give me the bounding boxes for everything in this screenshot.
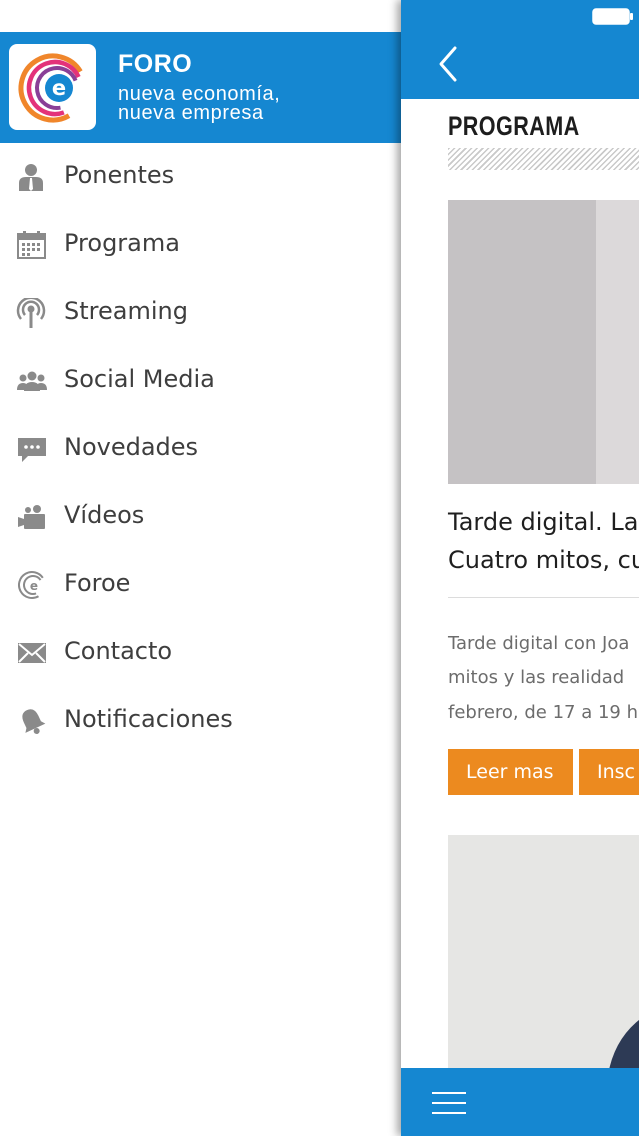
- svg-text:e: e: [52, 76, 66, 100]
- menu-item-programa[interactable]: Programa: [0, 211, 401, 279]
- hamburger-menu-icon[interactable]: [432, 1090, 466, 1116]
- status-bar: [0, 0, 401, 32]
- event-title-line1[interactable]: Tarde digital. La: [448, 508, 638, 536]
- event-image[interactable]: [448, 835, 639, 1075]
- event-title-line2[interactable]: Cuatro mitos, cu: [448, 546, 639, 574]
- menu-item-label: Notificaciones: [64, 705, 233, 733]
- menu-item-label: Novedades: [64, 433, 199, 461]
- menu-item-contacto[interactable]: Contacto: [0, 619, 401, 687]
- foro-e-logo-icon: e: [16, 570, 48, 600]
- bell-icon: [16, 706, 48, 736]
- menu-item-label: Foroe: [64, 569, 131, 597]
- section-title: PROGRAMA: [448, 111, 580, 141]
- brand-subtitle-line1: nueva economía,: [118, 83, 281, 105]
- menu-item-ponentes[interactable]: Ponentes: [0, 143, 401, 211]
- back-arrow-icon[interactable]: [435, 44, 463, 84]
- event-description-line2: mitos y las realidad: [448, 667, 625, 688]
- svg-text:e: e: [30, 579, 38, 593]
- card-divider: [448, 597, 639, 598]
- menu-item-label: Streaming: [64, 297, 188, 325]
- brand-title: FORO: [118, 50, 193, 78]
- drawer-header: e FORO nueva economía, nueva empresa: [0, 32, 401, 143]
- menu-item-label: Vídeos: [64, 501, 145, 529]
- register-button[interactable]: Insc: [579, 749, 639, 795]
- event-description-line1: Tarde digital con Joa: [448, 633, 630, 654]
- person-figure: [608, 1020, 639, 1075]
- envelope-icon: [16, 638, 48, 668]
- menu-item-streaming[interactable]: Streaming: [0, 279, 401, 347]
- calendar-icon: [16, 230, 48, 260]
- brand-subtitle-line2: nueva empresa: [118, 102, 264, 124]
- hatch-divider: [448, 148, 639, 170]
- broadcast-antenna-icon: [16, 296, 48, 328]
- bottom-tab-bar: [401, 1068, 639, 1136]
- menu-item-label: Social Media: [64, 365, 215, 393]
- menu-item-social-media[interactable]: Social Media: [0, 347, 401, 415]
- drawer-menu: Ponentes Programa Streaming Social Media: [0, 143, 401, 755]
- main-content-panel: PROGRAMA Tarde digital. La Cuatro mitos,…: [401, 0, 639, 1136]
- menu-item-notificaciones[interactable]: Notificaciones: [0, 687, 401, 755]
- side-drawer: e FORO nueva economía, nueva empresa Pon…: [0, 0, 401, 1136]
- event-image[interactable]: [448, 200, 639, 484]
- menu-item-label: Ponentes: [64, 161, 175, 189]
- menu-item-label: Programa: [64, 229, 180, 257]
- video-camera-icon: [16, 502, 48, 532]
- read-more-button[interactable]: Leer mas: [448, 749, 573, 795]
- battery-icon: [592, 8, 633, 25]
- menu-item-label: Contacto: [64, 637, 173, 665]
- nav-bar: [401, 0, 639, 99]
- chat-bubble-icon: [16, 434, 48, 464]
- menu-item-foroe[interactable]: e Foroe: [0, 551, 401, 619]
- group-users-icon: [16, 366, 48, 396]
- event-description-line3: febrero, de 17 a 19 h: [448, 702, 639, 723]
- menu-item-novedades[interactable]: Novedades: [0, 415, 401, 483]
- foro-e-logo-icon: e: [9, 44, 96, 130]
- speaker-person-icon: [16, 162, 48, 192]
- image-background-wall: [596, 200, 639, 484]
- menu-item-videos[interactable]: Vídeos: [0, 483, 401, 551]
